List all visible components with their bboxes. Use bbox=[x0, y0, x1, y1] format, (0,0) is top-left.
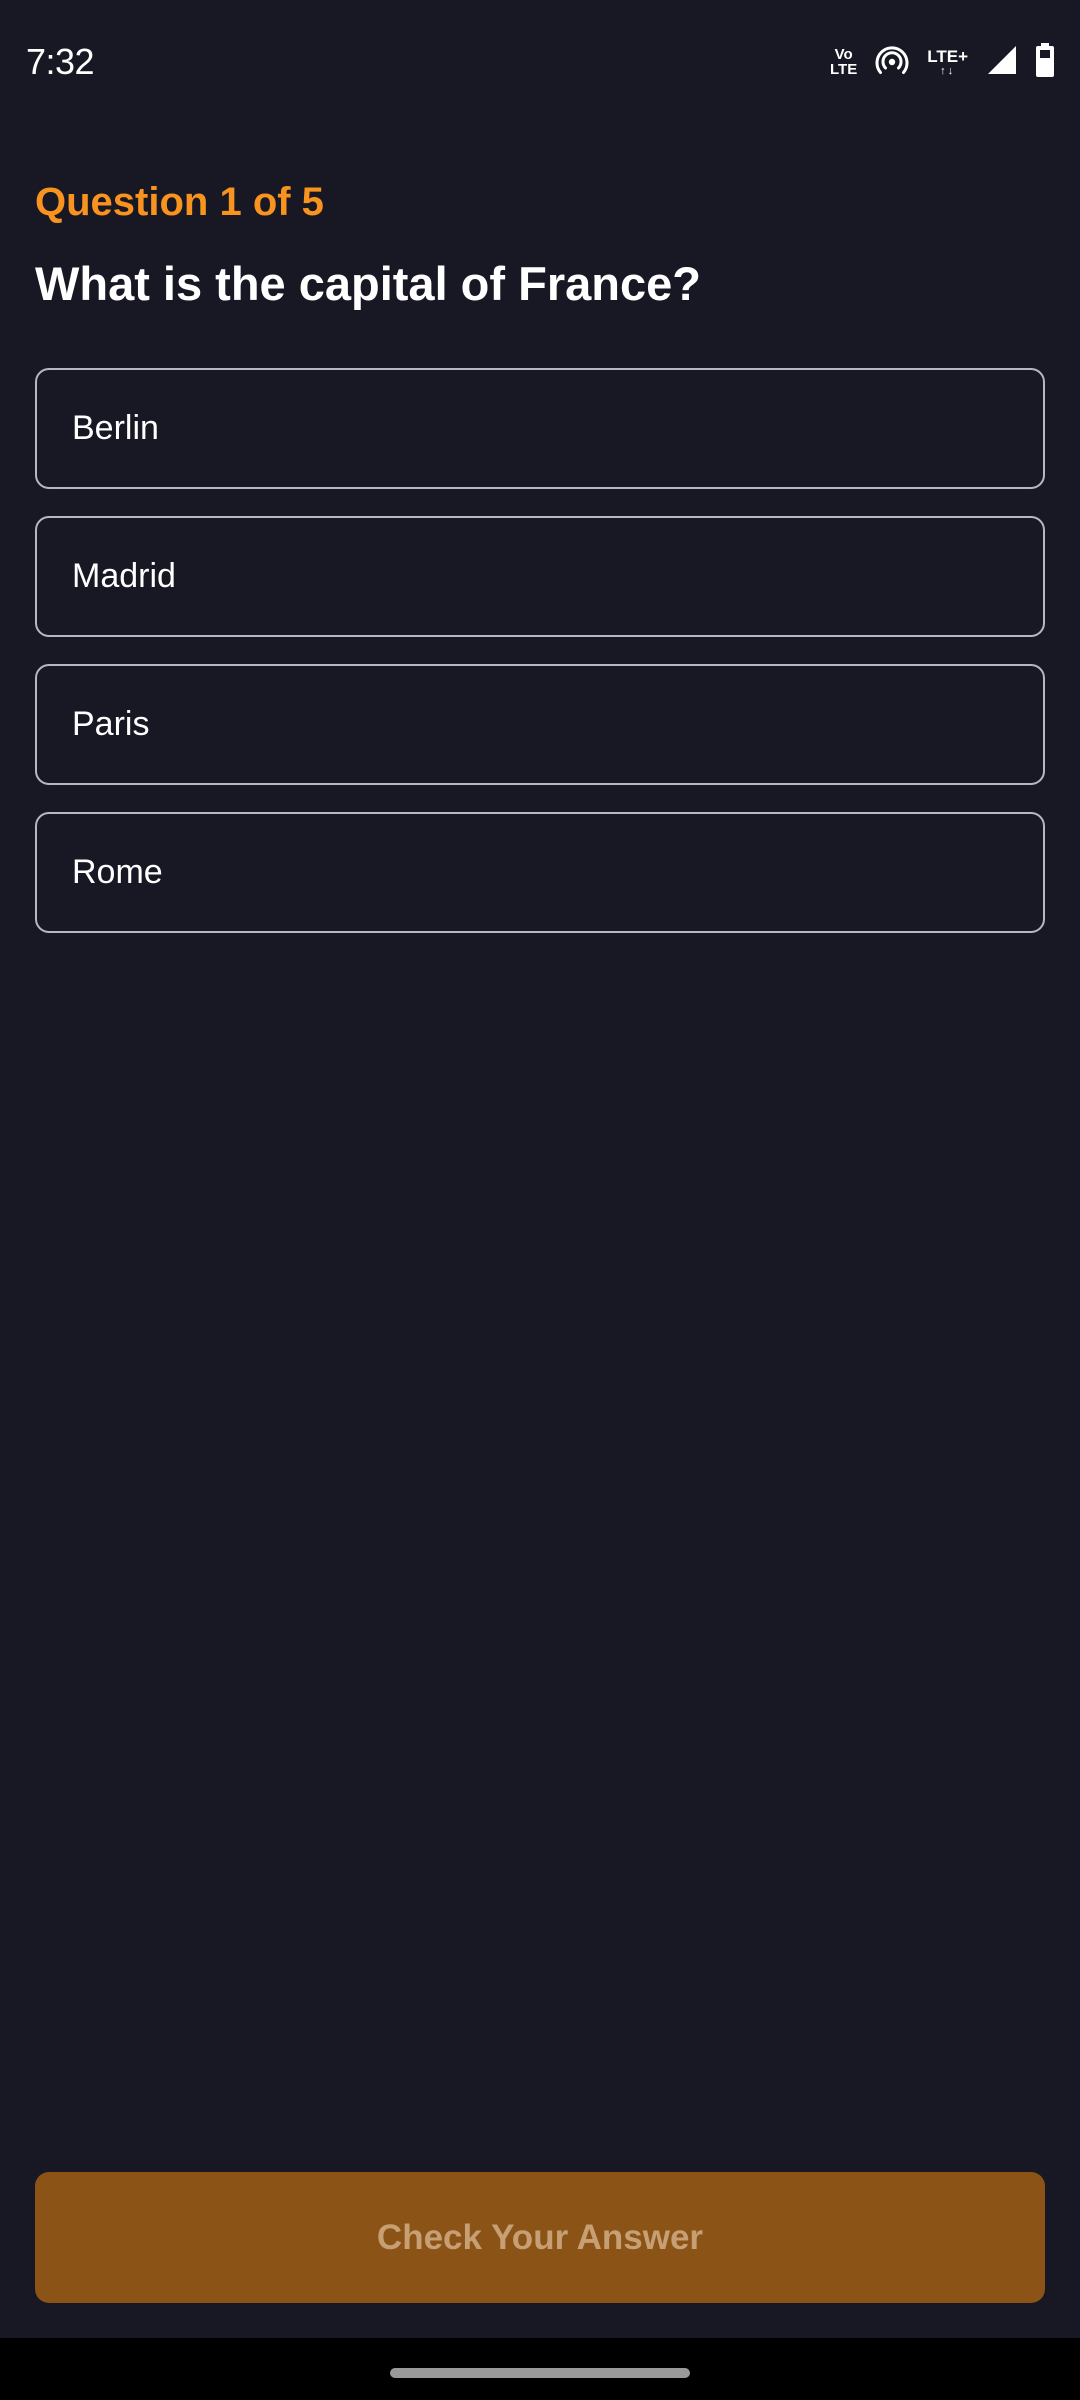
answer-option-rome[interactable]: Rome bbox=[35, 812, 1045, 933]
volte-bottom-label: LTE bbox=[830, 61, 858, 78]
signal-icon bbox=[986, 44, 1018, 81]
answer-option-label: Madrid bbox=[72, 557, 176, 595]
check-answer-label: Check Your Answer bbox=[376, 2217, 704, 2257]
status-icons: Vo LTE LTE+ ↑↓ bbox=[830, 40, 1054, 84]
hotspot-icon bbox=[875, 43, 909, 82]
answer-option-label: Paris bbox=[72, 705, 150, 743]
answer-option-label: Rome bbox=[72, 853, 163, 891]
home-gesture-handle[interactable] bbox=[390, 2368, 690, 2378]
network-arrows: ↑↓ bbox=[940, 64, 956, 77]
answer-option-madrid[interactable]: Madrid bbox=[35, 516, 1045, 637]
answer-option-label: Berlin bbox=[72, 409, 159, 447]
lte-plus-icon: LTE+ ↑↓ bbox=[927, 48, 968, 77]
status-bar: 7:32 Vo LTE LTE+ ↑↓ bbox=[0, 0, 1080, 120]
answer-option-paris[interactable]: Paris bbox=[35, 664, 1045, 785]
answer-options: Berlin Madrid Paris Rome bbox=[35, 368, 1045, 960]
volte-top-label: Vo bbox=[834, 46, 853, 63]
question-counter: Question 1 of 5 bbox=[35, 180, 324, 224]
answer-option-berlin[interactable]: Berlin bbox=[35, 368, 1045, 489]
check-answer-button[interactable]: Check Your Answer bbox=[35, 2172, 1045, 2303]
battery-icon bbox=[1036, 42, 1054, 82]
question-text: What is the capital of France? bbox=[35, 257, 701, 310]
network-label: LTE+ bbox=[927, 46, 968, 66]
volte-icon: Vo LTE bbox=[830, 47, 857, 77]
status-time: 7:32 bbox=[26, 41, 95, 82]
